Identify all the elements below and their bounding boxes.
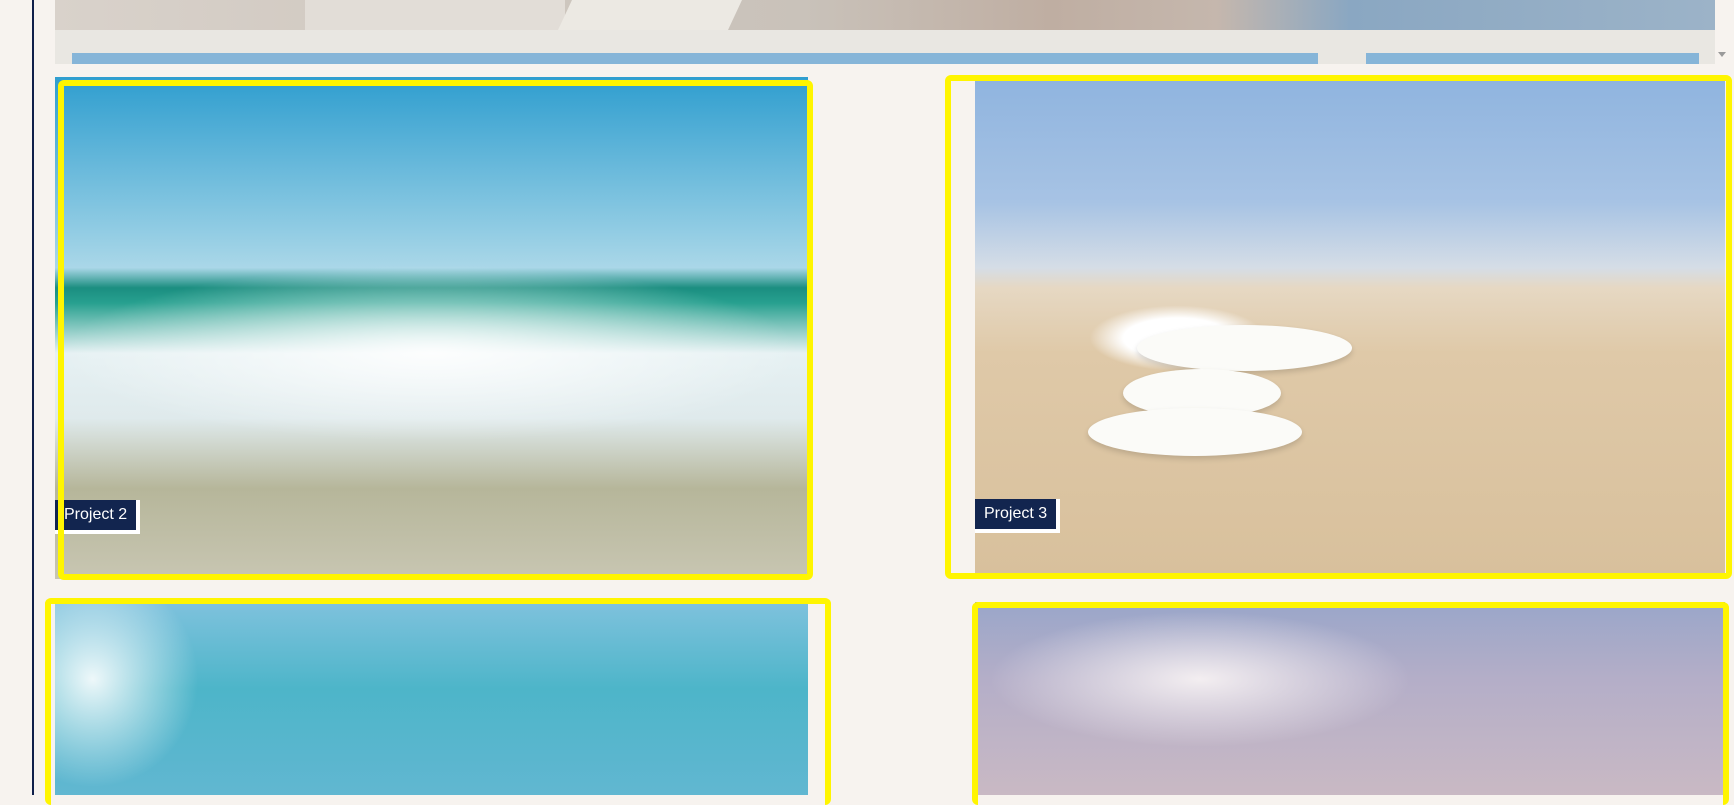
previous-project-image[interactable] (55, 0, 1715, 30)
project-label[interactable]: Project 2 (55, 500, 141, 534)
gallery-card-project-3[interactable]: Project 3 (975, 77, 1725, 579)
gallery-card-water[interactable] (55, 602, 808, 795)
cloudy-sky-image (975, 602, 1725, 795)
beach-stones-image (975, 77, 1725, 579)
scroll-down-arrow-icon[interactable] (1718, 52, 1726, 57)
ocean-wave-image (55, 77, 808, 579)
left-border-line (32, 0, 34, 795)
gallery-card-sky[interactable] (975, 602, 1725, 795)
turquoise-water-image (55, 602, 808, 795)
gallery-card-project-2[interactable]: Project 2 (55, 77, 808, 579)
horizontal-scrollbar-thumb[interactable] (72, 53, 1318, 64)
horizontal-scrollbar-thumb-secondary[interactable] (1366, 53, 1699, 64)
project-label[interactable]: Project 3 (975, 499, 1061, 533)
